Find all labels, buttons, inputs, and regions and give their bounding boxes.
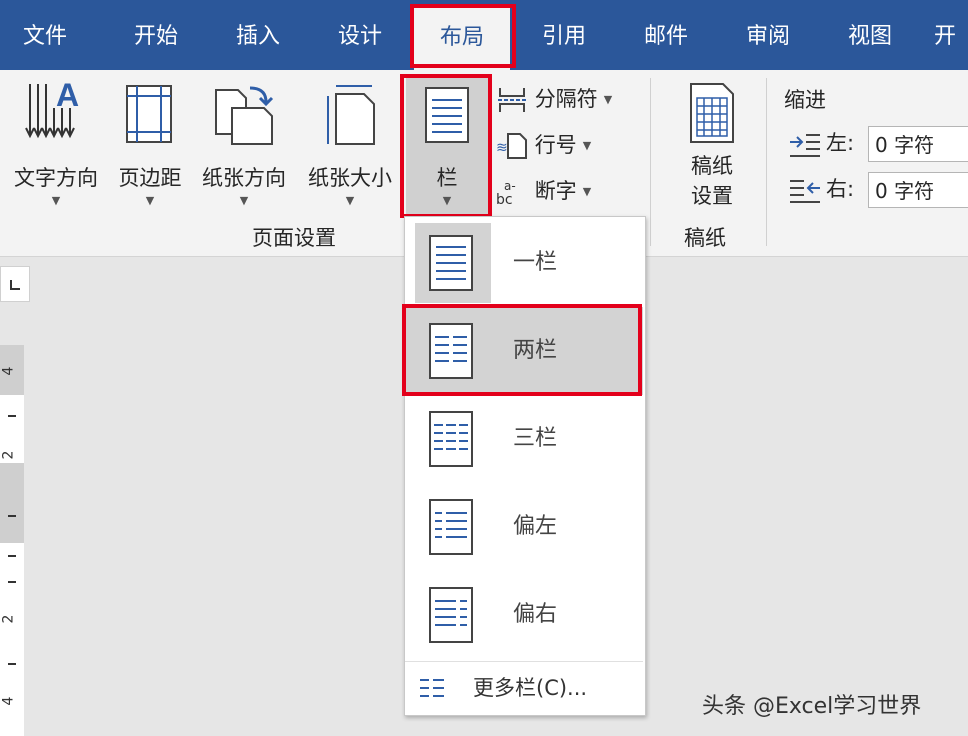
- text-direction-label: 文字方向: [14, 166, 98, 190]
- left-column-icon: [429, 499, 473, 555]
- left-tab-icon: [10, 280, 20, 290]
- breaks-button[interactable]: 分隔符 ▼: [496, 84, 612, 114]
- layout-tab-highlight: [410, 4, 516, 68]
- ruler-tick: [8, 555, 16, 557]
- text-direction-icon: A: [25, 78, 79, 139]
- draft-paper-label-line1: 稿纸: [691, 154, 733, 178]
- hyphenation-icon: a- bc: [496, 179, 516, 208]
- ruler-tick: [8, 415, 16, 417]
- breaks-icon: [498, 88, 526, 112]
- menu-item-left[interactable]: 偏左: [405, 483, 643, 571]
- menu-item-three-columns[interactable]: 三栏: [405, 395, 643, 483]
- more-columns-label: 更多栏(C)...: [473, 676, 588, 700]
- tab-view[interactable]: 视图: [822, 0, 918, 70]
- draft-paper-label-line2: 设置: [691, 184, 733, 208]
- ruler-tick: [8, 581, 16, 583]
- chevron-down-icon: ▼: [582, 185, 592, 198]
- group-separator: [650, 78, 651, 246]
- orientation-button[interactable]: 纸张方向 ▼: [194, 78, 294, 218]
- menu-item-right[interactable]: 偏右: [405, 571, 643, 659]
- margins-icon: [126, 85, 172, 143]
- draft-paper-button[interactable]: 稿纸 设置: [670, 78, 754, 218]
- orientation-label: 纸张方向: [202, 166, 286, 190]
- indent-right-field[interactable]: 0 字符: [868, 172, 968, 208]
- ruler-tick: [8, 663, 16, 665]
- margins-button[interactable]: 页边距 ▼: [110, 78, 190, 218]
- svg-text:≋: ≋: [496, 140, 508, 156]
- watermark-text: 头条 @Excel学习世界: [702, 694, 922, 719]
- three-columns-icon: [429, 411, 473, 467]
- line-numbers-icon: ≋: [496, 133, 527, 159]
- ruler-number: 2: [0, 450, 17, 460]
- ruler-number: 4: [0, 366, 17, 376]
- indent-left-label: 左:: [826, 131, 855, 155]
- draft-paper-group-label: 稿纸: [684, 226, 726, 250]
- columns-button-highlight: [400, 74, 492, 218]
- svg-text:A: A: [56, 78, 79, 113]
- tab-file[interactable]: 文件: [0, 0, 90, 70]
- menu-item-label: 三栏: [513, 426, 558, 451]
- menu-item-label: 一栏: [513, 250, 558, 275]
- line-numbers-button[interactable]: ≋ 行号 ▼: [496, 130, 591, 160]
- ruler-tick: [8, 515, 16, 517]
- group-separator: [766, 78, 767, 246]
- chevron-down-icon: ▼: [239, 194, 249, 207]
- two-columns-highlight: [402, 304, 642, 396]
- vertical-ruler: 4 2 2 4: [0, 345, 24, 736]
- menu-item-label: 偏右: [513, 602, 558, 627]
- menu-item-label: 偏左: [513, 514, 558, 539]
- one-column-icon: [429, 235, 473, 291]
- columns-dropdown-menu: 一栏 两栏 三栏 偏左 偏右 更多栏(C)...: [404, 216, 646, 716]
- ruler-number: 2: [0, 614, 17, 624]
- tab-review[interactable]: 审阅: [720, 0, 816, 70]
- right-column-icon: [429, 587, 473, 643]
- text-direction-button[interactable]: A 文字方向 ▼: [4, 78, 108, 218]
- tab-design[interactable]: 设计: [312, 0, 408, 70]
- chevron-down-icon: ▼: [582, 139, 592, 152]
- margins-label: 页边距: [118, 166, 182, 190]
- tab-selector[interactable]: [0, 266, 30, 302]
- svg-text:a-: a-: [504, 179, 516, 193]
- hyphenation-button[interactable]: a- bc 断字 ▼: [496, 176, 592, 208]
- chevron-down-icon: ▼: [51, 194, 61, 207]
- chevron-down-icon: ▼: [603, 93, 613, 106]
- more-columns-menu-item[interactable]: 更多栏(C)...: [405, 661, 643, 714]
- draft-paper-icon: [690, 83, 734, 143]
- hyphenation-label: 断字: [534, 179, 577, 203]
- svg-text:bc: bc: [496, 192, 513, 206]
- menu-item-one-column[interactable]: 一栏: [405, 219, 643, 307]
- size-button[interactable]: 纸张大小 ▼: [300, 78, 400, 218]
- indent-left-icon: [790, 134, 820, 157]
- indent-right-icon: [790, 180, 820, 203]
- tab-mailings[interactable]: 邮件: [618, 0, 714, 70]
- chevron-down-icon: ▼: [145, 194, 155, 207]
- tab-developer[interactable]: 开: [934, 0, 968, 70]
- page-setup-group-label: 页面设置: [252, 226, 336, 250]
- chevron-down-icon: ▼: [345, 194, 355, 207]
- more-columns-icon: [420, 679, 444, 697]
- orientation-icon: [215, 86, 274, 145]
- tab-insert[interactable]: 插入: [210, 0, 306, 70]
- indent-group-title: 缩进: [784, 88, 826, 112]
- page-size-icon: [327, 85, 375, 145]
- ruler-number: 4: [0, 696, 17, 706]
- tab-references[interactable]: 引用: [516, 0, 612, 70]
- indent-right-label: 右:: [826, 177, 855, 201]
- size-label: 纸张大小: [308, 166, 392, 190]
- ruler-margin-shade: [0, 463, 24, 543]
- indent-left-field[interactable]: 0 字符: [868, 126, 968, 162]
- tab-home[interactable]: 开始: [108, 0, 204, 70]
- line-numbers-label: 行号: [534, 133, 577, 157]
- breaks-label: 分隔符: [534, 87, 598, 111]
